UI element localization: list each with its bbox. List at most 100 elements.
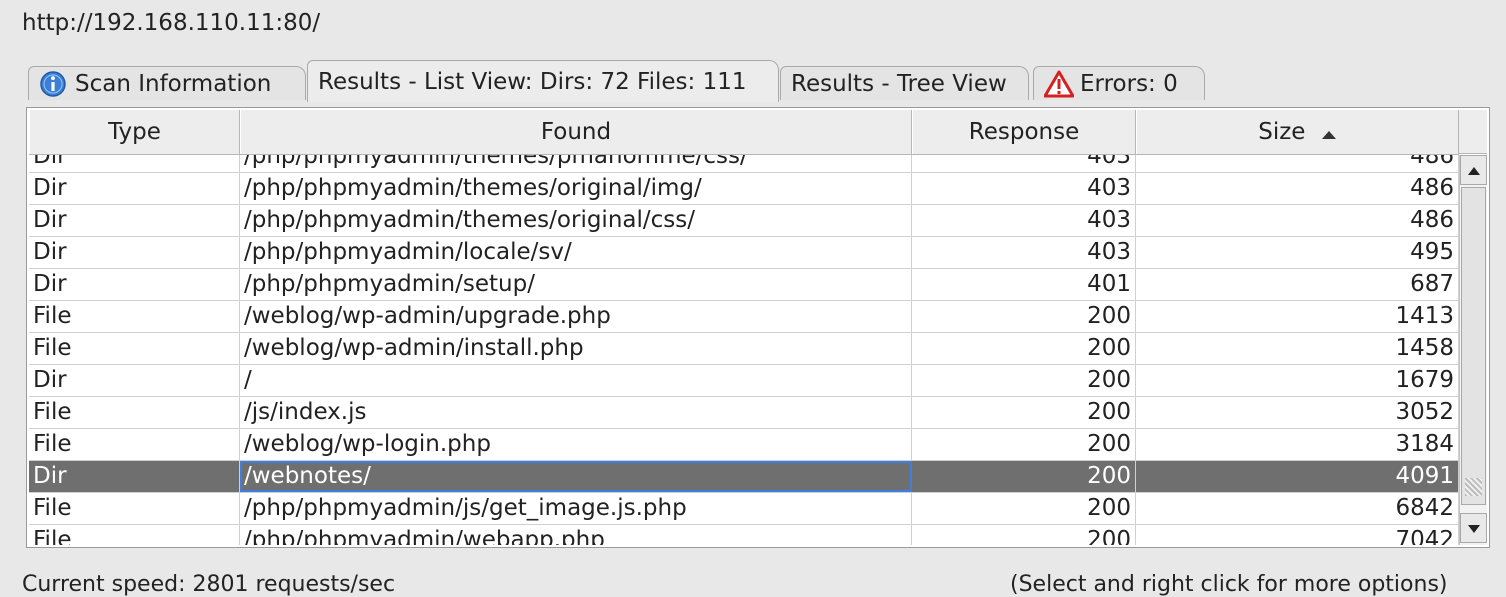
table-row[interactable]: Dir/php/phpmyadmin/setup/401 687: [29, 269, 1459, 301]
cell-found: /weblog/wp-admin/install.php: [240, 333, 912, 364]
column-label: Type: [108, 119, 161, 145]
cell-size: 486: [1136, 155, 1459, 172]
table-row[interactable]: File/weblog/wp-admin/upgrade.php 200 1413: [29, 301, 1459, 333]
table-rows: Dir/php/phpmyadmin/themes/pmahomme/css/4…: [29, 155, 1459, 545]
cell-size: 6842: [1136, 493, 1459, 524]
cell-type: File: [29, 429, 240, 460]
cell-size: 486: [1136, 205, 1459, 236]
cell-size: 7042: [1136, 525, 1459, 545]
sort-ascending-icon: [1321, 111, 1337, 155]
grip-icon: [1465, 478, 1482, 496]
cell-size: 1458: [1136, 333, 1459, 364]
cell-response: 403: [912, 155, 1136, 172]
cell-response: 200: [912, 525, 1136, 545]
vertical-scrollbar[interactable]: [1459, 155, 1487, 545]
header-corner: [1459, 110, 1487, 154]
cell-size: 3052: [1136, 397, 1459, 428]
info-icon: [39, 70, 67, 98]
cell-found: /: [240, 365, 912, 396]
tab-scan-information[interactable]: Scan Information: [28, 66, 306, 100]
cell-type: Dir: [29, 173, 240, 204]
cell-found: /weblog/wp-admin/upgrade.php: [240, 301, 912, 332]
cell-response: 200: [912, 429, 1136, 460]
table-row[interactable]: Dir/php/phpmyadmin/themes/original/css/4…: [29, 205, 1459, 237]
cell-found: /webnotes/: [240, 461, 912, 492]
column-header-found[interactable]: Found: [240, 110, 912, 154]
column-label: Found: [540, 119, 612, 145]
column-label: Response: [968, 119, 1080, 145]
table-row[interactable]: Dir/php/phpmyadmin/themes/original/img/4…: [29, 173, 1459, 205]
arrow-down-icon: [1467, 519, 1481, 538]
cell-response: 403: [912, 173, 1136, 204]
tab-label: Results - List View: Dirs: 72 Files: 111: [318, 68, 747, 95]
cell-type: Dir: [29, 269, 240, 300]
table-row[interactable]: Dir/200 1679: [29, 365, 1459, 397]
cell-response: 403: [912, 237, 1136, 268]
cell-size: 4091: [1136, 461, 1459, 492]
cell-found: /js/index.js: [240, 397, 912, 428]
scroll-thumb[interactable]: [1461, 187, 1486, 505]
cell-found: /php/phpmyadmin/locale/sv/: [240, 237, 912, 268]
cell-found: /php/phpmyadmin/setup/: [240, 269, 912, 300]
scroll-down-button[interactable]: [1460, 513, 1487, 543]
tab-label: Errors: 0: [1080, 70, 1178, 97]
table-header: Type Found Response Size: [29, 110, 1459, 155]
cell-size: 495: [1136, 237, 1459, 268]
cell-type: File: [29, 397, 240, 428]
cell-type: Dir: [29, 365, 240, 396]
table-row[interactable]: Dir/php/phpmyadmin/locale/sv/403 495: [29, 237, 1459, 269]
column-header-response[interactable]: Response: [912, 110, 1136, 154]
tab-bar: Scan Information Results - List View: Di…: [24, 60, 1484, 102]
results-table: Type Found Response Size Dir/php/phpmyad…: [26, 107, 1490, 548]
cell-response: 403: [912, 205, 1136, 236]
cell-type: Dir: [29, 461, 240, 492]
tab-label: Scan Information: [75, 70, 272, 97]
cell-response: 401: [912, 269, 1136, 300]
arrow-up-icon: [1467, 161, 1481, 180]
table-body: Dir/php/phpmyadmin/themes/pmahomme/css/4…: [29, 155, 1459, 545]
cell-found: /php/phpmyadmin/webapp.php: [240, 525, 912, 545]
cell-type: Dir: [29, 205, 240, 236]
table-row[interactable]: File/weblog/wp-admin/install.php 200 1458: [29, 333, 1459, 365]
table-row[interactable]: Dir/php/phpmyadmin/themes/pmahomme/css/4…: [29, 155, 1459, 173]
cell-size: 1413: [1136, 301, 1459, 332]
cell-size: 1679: [1136, 365, 1459, 396]
column-label: Size: [1258, 119, 1306, 145]
table-row[interactable]: Dir/webnotes/200 4091: [29, 461, 1459, 493]
table-row[interactable]: File/php/phpmyadmin/js/get_image.js.php 2…: [29, 493, 1459, 525]
cell-found: /php/phpmyadmin/js/get_image.js.php: [240, 493, 912, 524]
tab-errors[interactable]: Errors: 0: [1033, 66, 1205, 100]
tab-results-list-view[interactable]: Results - List View: Dirs: 72 Files: 111: [307, 60, 779, 102]
cell-found: /weblog/wp-login.php: [240, 429, 912, 460]
target-url: http://192.168.110.11:80/: [22, 10, 321, 36]
table-row[interactable]: File/php/phpmyadmin/webapp.php 200 7042: [29, 525, 1459, 545]
cell-found: /php/phpmyadmin/themes/original/css/: [240, 205, 912, 236]
column-header-size[interactable]: Size: [1136, 110, 1459, 154]
cell-response: 200: [912, 397, 1136, 428]
cell-size: 3184: [1136, 429, 1459, 460]
status-speed: Current speed: 2801 requests/sec: [22, 572, 396, 597]
cell-type: Dir: [29, 237, 240, 268]
cell-type: File: [29, 333, 240, 364]
table-row[interactable]: File/weblog/wp-login.php 200 3184: [29, 429, 1459, 461]
cell-size: 687: [1136, 269, 1459, 300]
cell-type: File: [29, 493, 240, 524]
cell-type: File: [29, 301, 240, 332]
tab-label: Results - Tree View: [791, 70, 1007, 97]
cell-response: 200: [912, 493, 1136, 524]
cell-response: 200: [912, 333, 1136, 364]
cell-type: File: [29, 525, 240, 545]
cell-size: 486: [1136, 173, 1459, 204]
status-hint: (Select and right click for more options…: [1010, 572, 1448, 597]
table-row[interactable]: File/js/index.js 200 3052: [29, 397, 1459, 429]
cell-response: 200: [912, 461, 1136, 492]
column-header-type[interactable]: Type: [29, 110, 240, 154]
cell-type: Dir: [29, 155, 240, 172]
cell-response: 200: [912, 365, 1136, 396]
cell-found: /php/phpmyadmin/themes/pmahomme/css/: [240, 155, 912, 172]
cell-found: /php/phpmyadmin/themes/original/img/: [240, 173, 912, 204]
warning-icon: [1043, 70, 1075, 98]
scroll-up-button[interactable]: [1460, 155, 1487, 185]
tab-results-tree-view[interactable]: Results - Tree View: [780, 66, 1029, 100]
cell-response: 200: [912, 301, 1136, 332]
